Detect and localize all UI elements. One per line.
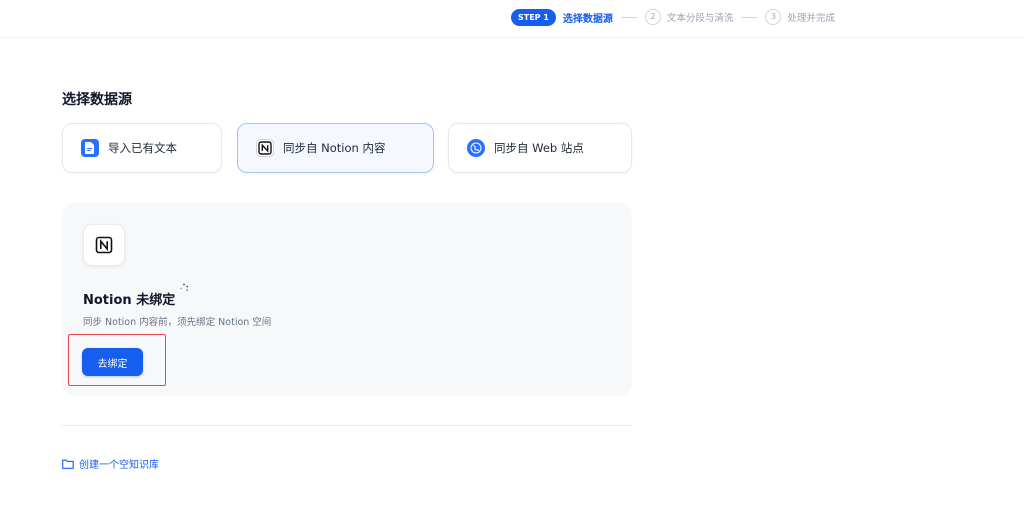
notion-status-title: Notion 未绑定 [83, 293, 176, 308]
bind-notion-button[interactable]: 去绑定 [82, 348, 143, 376]
create-link-label: 创建一个空知识库 [79, 460, 159, 471]
source-option-web[interactable]: 同步自 Web 站点 [448, 123, 632, 173]
divider [62, 425, 632, 426]
notion-status-description: 同步 Notion 内容前，须先绑定 Notion 空间 [83, 317, 272, 328]
step-3-label: 处理并完成 [787, 13, 835, 24]
source-label: 同步自 Notion 内容 [283, 141, 386, 155]
step-1-badge: STEP 1 [511, 8, 556, 26]
source-label: 同步自 Web 站点 [494, 141, 584, 155]
notion-unbound-panel: Notion 未绑定 同步 Notion 内容前，须先绑定 Notion 空间 … [62, 203, 632, 396]
section-title: 选择数据源 [62, 92, 132, 108]
file-doc-icon [81, 139, 99, 157]
step-2-number: 2 [644, 9, 661, 25]
stepper: STEP 1 选择数据源 2 文本分段与清洗 3 处理并完成 [511, 8, 835, 26]
notion-icon [256, 139, 274, 157]
step-2-label: 文本分段与清洗 [666, 13, 734, 24]
folder-icon [62, 459, 74, 469]
web-globe-icon [467, 139, 485, 157]
loading-dots-icon [180, 283, 189, 291]
step-1-label: 选择数据源 [562, 13, 613, 25]
step-separator [741, 16, 758, 18]
notion-logo-icon [83, 224, 125, 266]
step-separator [620, 16, 637, 18]
create-empty-knowledge-base-link[interactable]: 创建一个空知识库 [62, 456, 159, 471]
source-label: 导入已有文本 [108, 141, 177, 155]
source-option-import-text[interactable]: 导入已有文本 [62, 123, 222, 173]
top-bar: STEP 1 选择数据源 2 文本分段与清洗 3 处理并完成 [0, 0, 1024, 38]
source-option-notion[interactable]: 同步自 Notion 内容 [237, 123, 434, 173]
step-3-number: 3 [765, 9, 782, 25]
